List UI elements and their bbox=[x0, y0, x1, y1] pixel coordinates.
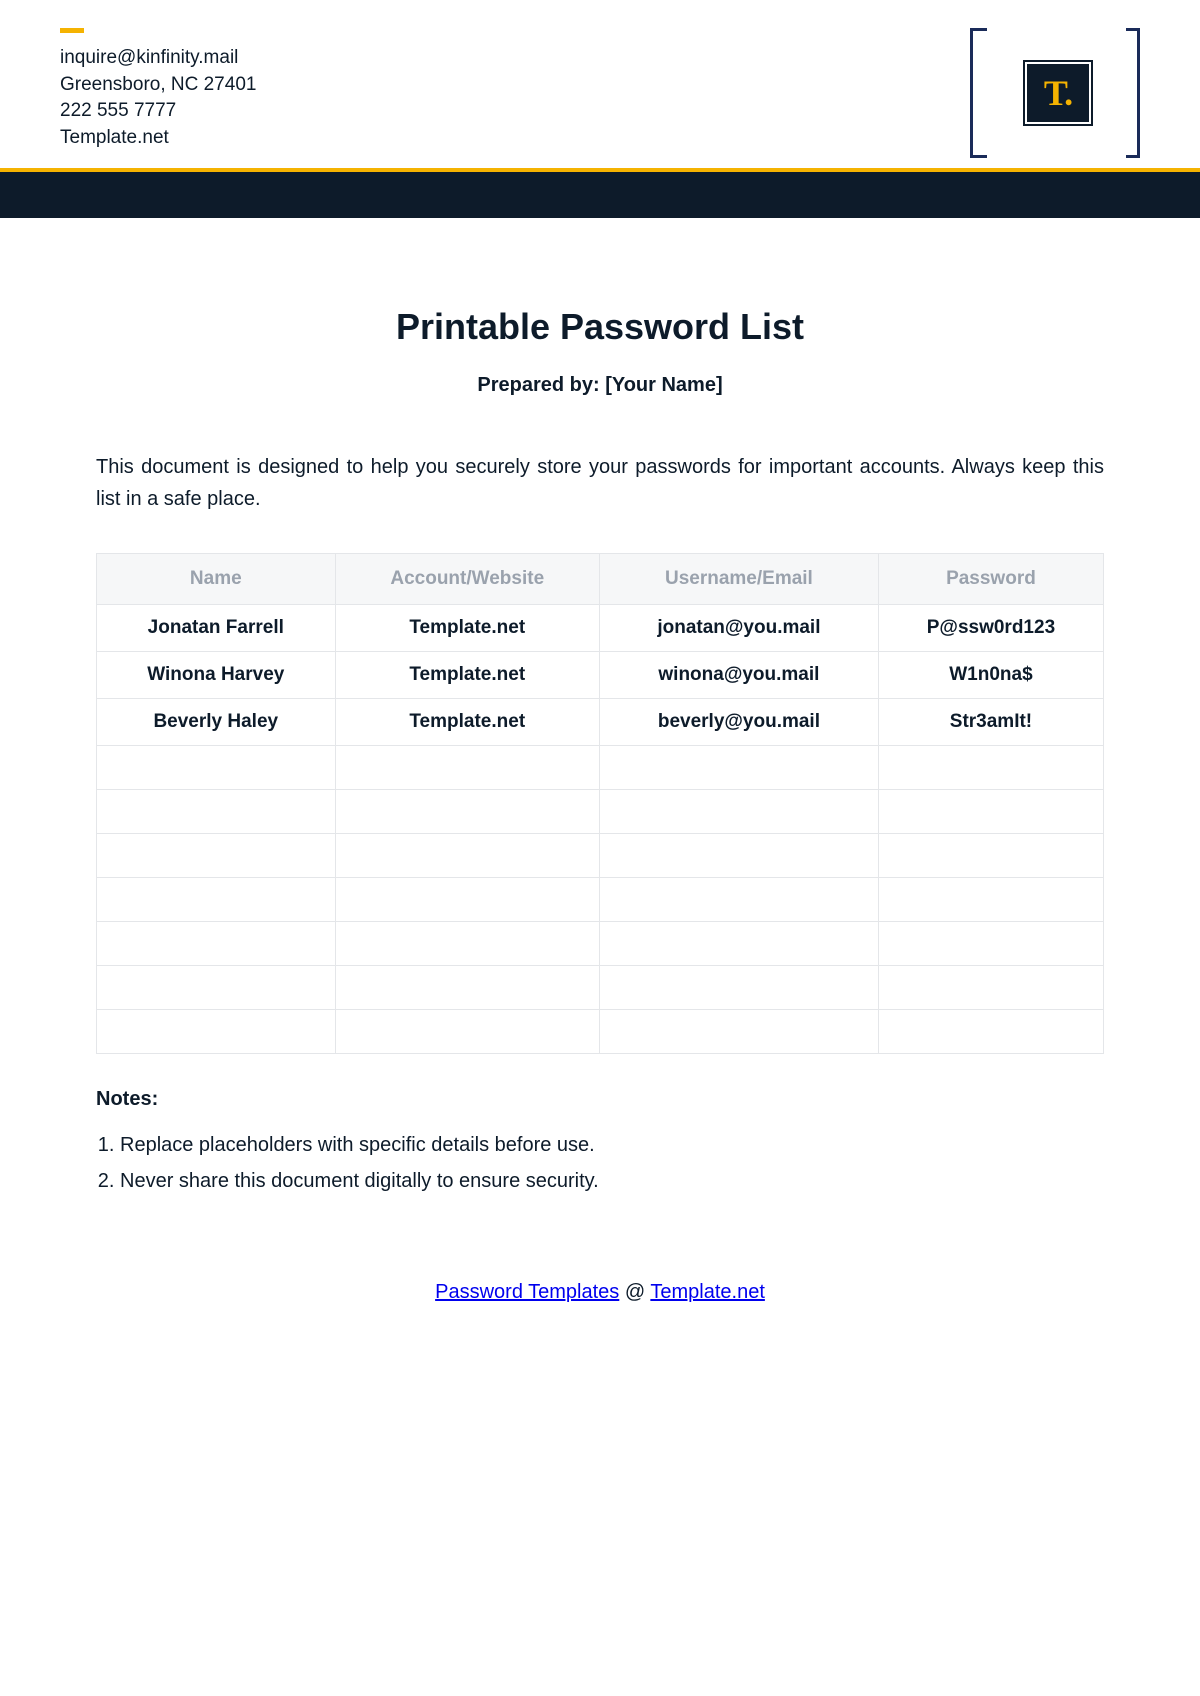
col-name: Name bbox=[97, 554, 336, 605]
table-cell: P@ssw0rd123 bbox=[878, 605, 1103, 652]
col-username: Username/Email bbox=[599, 554, 878, 605]
table-cell bbox=[599, 1010, 878, 1054]
table-cell bbox=[335, 922, 599, 966]
table-cell: Winona Harvey bbox=[97, 652, 336, 699]
table-cell bbox=[97, 922, 336, 966]
table-cell bbox=[878, 790, 1103, 834]
footer-separator: @ bbox=[619, 1281, 650, 1303]
accent-mark bbox=[60, 28, 84, 33]
intro-paragraph: This document is designed to help you se… bbox=[96, 451, 1104, 515]
note-item: Replace placeholders with specific detai… bbox=[120, 1129, 1104, 1161]
col-password: Password bbox=[878, 554, 1103, 605]
table-cell bbox=[335, 878, 599, 922]
table-cell: W1n0na$ bbox=[878, 652, 1103, 699]
table-row: Jonatan FarrellTemplate.netjonatan@you.m… bbox=[97, 605, 1104, 652]
logo-badge: T. bbox=[1025, 62, 1091, 124]
notes-list: Replace placeholders with specific detai… bbox=[96, 1129, 1104, 1197]
table-row bbox=[97, 1010, 1104, 1054]
table-cell bbox=[878, 834, 1103, 878]
note-item: Never share this document digitally to e… bbox=[120, 1165, 1104, 1197]
table-cell bbox=[335, 1010, 599, 1054]
footer-link-site[interactable]: Template.net bbox=[650, 1281, 765, 1303]
notes-heading: Notes: bbox=[96, 1088, 1104, 1111]
table-cell bbox=[335, 834, 599, 878]
page-title: Printable Password List bbox=[96, 306, 1104, 348]
document-body: Printable Password List Prepared by: [Yo… bbox=[0, 218, 1200, 1304]
page-subtitle: Prepared by: [Your Name] bbox=[96, 374, 1104, 397]
table-cell bbox=[878, 878, 1103, 922]
col-account: Account/Website bbox=[335, 554, 599, 605]
table-row bbox=[97, 878, 1104, 922]
table-cell bbox=[97, 878, 336, 922]
table-row: Winona HarveyTemplate.netwinona@you.mail… bbox=[97, 652, 1104, 699]
table-cell bbox=[878, 966, 1103, 1010]
table-cell bbox=[97, 834, 336, 878]
table-cell bbox=[97, 1010, 336, 1054]
table-row bbox=[97, 966, 1104, 1010]
header-band bbox=[0, 168, 1200, 218]
table-cell: beverly@you.mail bbox=[599, 699, 878, 746]
footer: Password Templates @ Template.net bbox=[96, 1281, 1104, 1304]
table-cell bbox=[599, 746, 878, 790]
document-header: inquire@kinfinity.mail Greensboro, NC 27… bbox=[0, 0, 1200, 168]
table-cell: Template.net bbox=[335, 652, 599, 699]
table-cell: Str3amIt! bbox=[878, 699, 1103, 746]
table-cell bbox=[335, 966, 599, 1010]
table-cell: Jonatan Farrell bbox=[97, 605, 336, 652]
table-cell bbox=[97, 966, 336, 1010]
table-cell bbox=[335, 746, 599, 790]
table-header-row: Name Account/Website Username/Email Pass… bbox=[97, 554, 1104, 605]
table-cell bbox=[599, 878, 878, 922]
table-cell bbox=[878, 922, 1103, 966]
table-cell bbox=[335, 790, 599, 834]
table-row bbox=[97, 746, 1104, 790]
table-row: Beverly HaleyTemplate.netbeverly@you.mai… bbox=[97, 699, 1104, 746]
table-cell: Template.net bbox=[335, 699, 599, 746]
table-cell: Template.net bbox=[335, 605, 599, 652]
table-row bbox=[97, 790, 1104, 834]
table-cell: Beverly Haley bbox=[97, 699, 336, 746]
table-cell: winona@you.mail bbox=[599, 652, 878, 699]
table-cell bbox=[599, 790, 878, 834]
password-table: Name Account/Website Username/Email Pass… bbox=[96, 553, 1104, 1054]
table-cell bbox=[878, 1010, 1103, 1054]
table-cell bbox=[599, 922, 878, 966]
logo-frame: T. bbox=[970, 28, 1140, 158]
table-cell bbox=[599, 834, 878, 878]
footer-link-templates[interactable]: Password Templates bbox=[435, 1281, 619, 1303]
logo-text: T. bbox=[1044, 72, 1072, 114]
table-row bbox=[97, 922, 1104, 966]
table-row bbox=[97, 834, 1104, 878]
table-cell bbox=[878, 746, 1103, 790]
table-cell bbox=[97, 746, 336, 790]
table-cell: jonatan@you.mail bbox=[599, 605, 878, 652]
table-cell bbox=[599, 966, 878, 1010]
table-cell bbox=[97, 790, 336, 834]
